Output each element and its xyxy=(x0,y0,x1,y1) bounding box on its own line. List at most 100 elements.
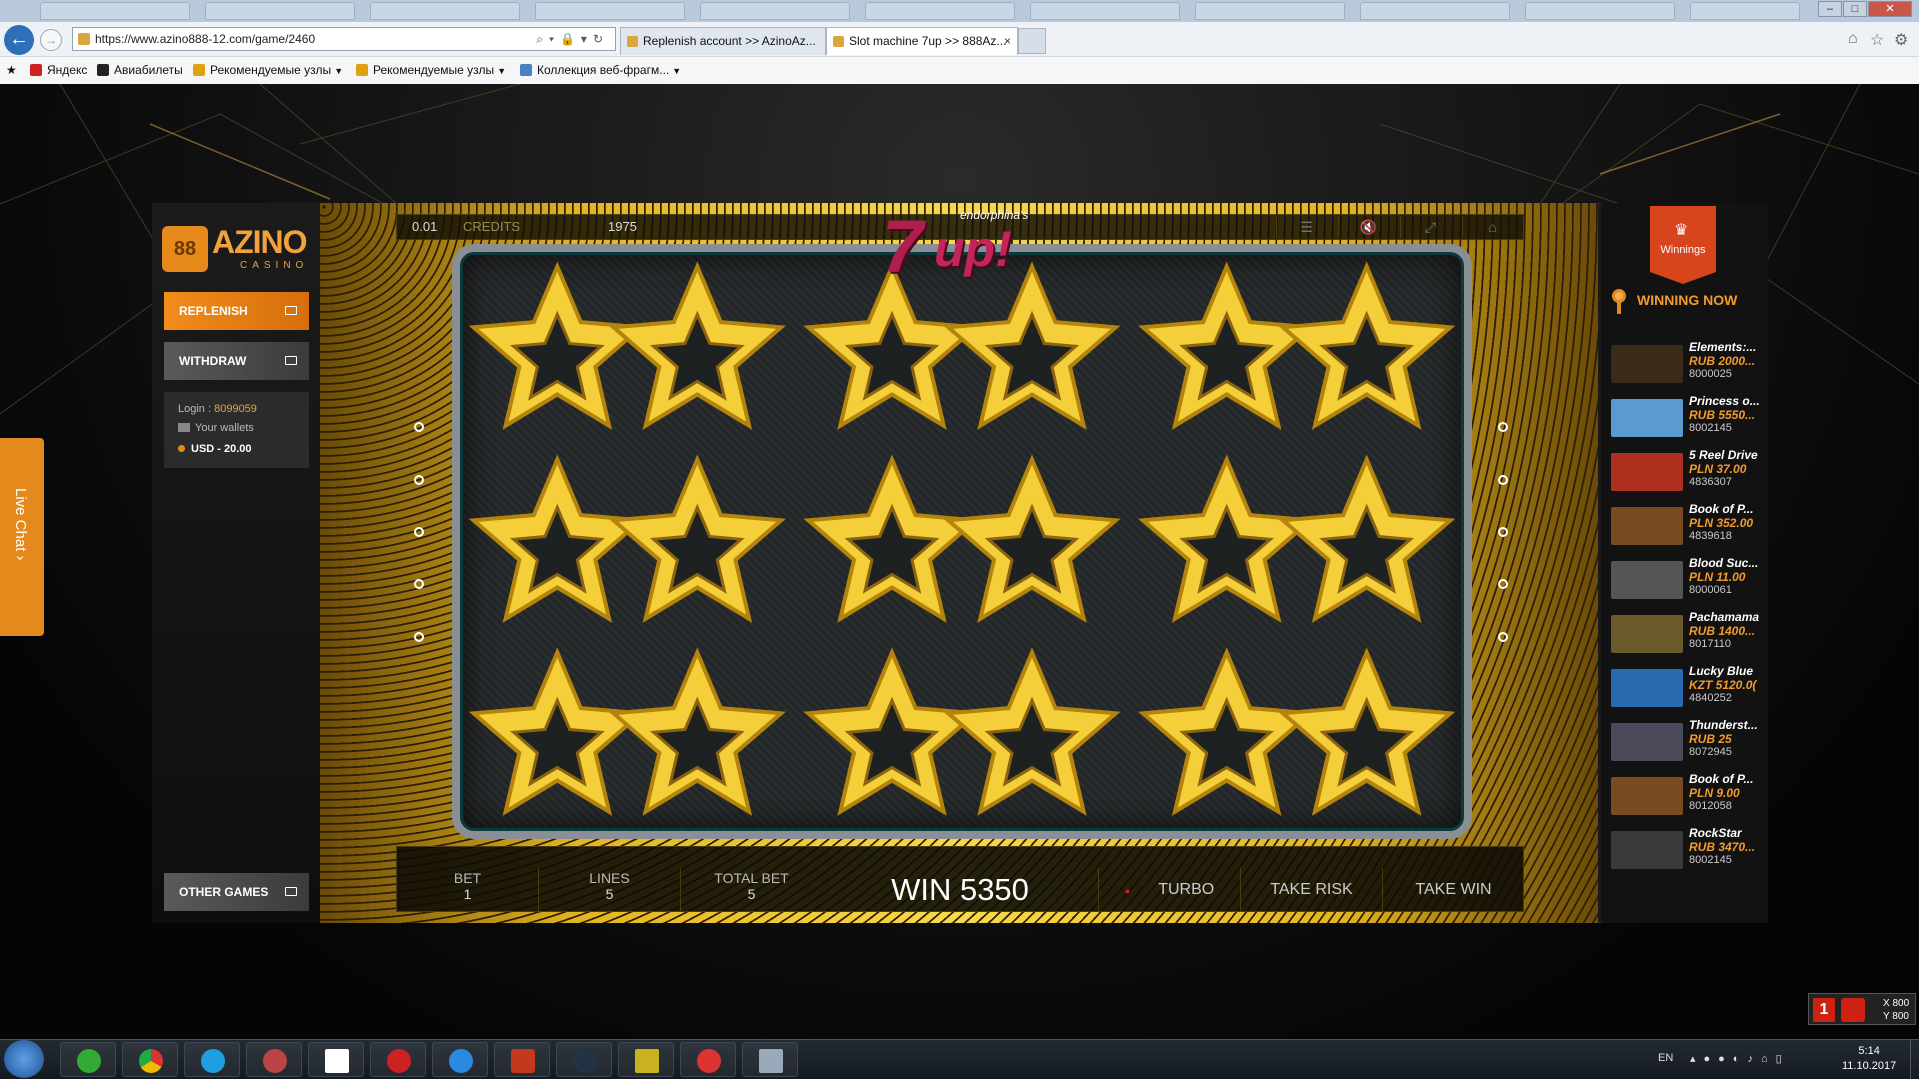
bet-control[interactable]: BET 1 xyxy=(396,868,538,912)
background-window-tab[interactable] xyxy=(1030,2,1180,20)
winning-item[interactable]: RockStar RUB 3470... 8002145 xyxy=(1611,826,1763,876)
winner-id: 8017110 xyxy=(1689,638,1732,650)
take-risk-button[interactable]: TAKE RISK xyxy=(1240,868,1382,912)
favorites-star-icon[interactable]: ☆ xyxy=(1870,30,1884,50)
settings-gear-icon[interactable]: ⚙ xyxy=(1894,30,1908,50)
home-icon[interactable]: ⌂ xyxy=(1462,216,1522,238)
clock[interactable]: 5:14 11.10.2017 xyxy=(1842,1044,1896,1074)
background-window-tab[interactable] xyxy=(1525,2,1675,20)
winning-item[interactable]: 5 Reel Drive PLN 37.00 4836307 xyxy=(1611,448,1763,498)
taskbar-steam[interactable] xyxy=(556,1042,612,1077)
address-bar-icons[interactable]: ⌕▾🔒▾↻ xyxy=(536,28,609,50)
favorite-web-slices[interactable]: Коллекция веб-фрагм... ▼ xyxy=(520,63,681,77)
other-games-button[interactable]: OTHER GAMES xyxy=(164,873,309,911)
background-window-tab[interactable] xyxy=(1690,2,1800,20)
replenish-button[interactable]: REPLENISH xyxy=(164,292,309,330)
background-window-tab[interactable] xyxy=(205,2,355,20)
payline-marker xyxy=(1498,475,1508,485)
winning-game-name: Blood Suc... xyxy=(1689,556,1759,570)
taskbar-app-face[interactable] xyxy=(246,1042,302,1077)
start-button[interactable] xyxy=(4,1040,44,1078)
take-win-button[interactable]: TAKE WIN xyxy=(1382,868,1524,912)
taskbar-pokerstars[interactable] xyxy=(370,1042,426,1077)
game-thumbnail[interactable] xyxy=(1611,399,1683,437)
winning-item[interactable]: Elements:... RUB 2000... 8000025 xyxy=(1611,340,1763,390)
close-window-button[interactable]: ✕ xyxy=(1868,1,1912,17)
withdraw-button[interactable]: WITHDRAW xyxy=(164,342,309,380)
menu-icon[interactable]: ☰ xyxy=(1276,216,1336,238)
winning-item[interactable]: Thunderst... RUB 25 8072945 xyxy=(1611,718,1763,768)
tab-close-icon[interactable]: × xyxy=(1004,28,1011,54)
taskbar-calculator[interactable] xyxy=(742,1042,798,1077)
taskbar-2-app[interactable] xyxy=(680,1042,736,1077)
winnings-tab[interactable]: ♛ Winnings xyxy=(1650,206,1716,284)
game-thumbnail[interactable] xyxy=(1611,615,1683,653)
turbo-button[interactable]: ● TURBO xyxy=(1098,868,1240,912)
denomination-value[interactable]: 0.01 xyxy=(412,219,437,234)
address-bar[interactable]: https://www.azino888-12.com/game/2460 ⌕▾… xyxy=(72,27,616,51)
taskbar-ti[interactable] xyxy=(308,1042,364,1077)
taskbar-ie[interactable] xyxy=(432,1042,488,1077)
new-tab-button[interactable] xyxy=(1018,28,1046,54)
language-indicator[interactable]: EN xyxy=(1658,1052,1673,1064)
back-button[interactable]: ← xyxy=(4,25,34,55)
taskbar-v-app[interactable] xyxy=(618,1042,674,1077)
usd-wallet[interactable]: USD - 20.00 xyxy=(178,440,309,459)
game-thumbnail[interactable] xyxy=(1611,561,1683,599)
taskbar-icq[interactable] xyxy=(60,1042,116,1077)
game-thumbnail[interactable] xyxy=(1611,453,1683,491)
background-window-tab[interactable] xyxy=(1195,2,1345,20)
background-window-tab[interactable] xyxy=(700,2,850,20)
background-window-tab[interactable] xyxy=(865,2,1015,20)
tray-icons[interactable]: ▴●●◐♪⌂▯ xyxy=(1690,1052,1790,1065)
forward-button[interactable]: → xyxy=(40,29,62,51)
lines-control[interactable]: LINES 5 xyxy=(538,868,680,912)
tab-slot-machine[interactable]: Slot machine 7up >> 888Az... × xyxy=(826,27,1018,55)
wallets-link[interactable]: Your wallets xyxy=(178,419,309,438)
taskbar-chrome[interactable] xyxy=(122,1042,178,1077)
winner-id: 8002145 xyxy=(1689,854,1732,866)
minimize-window-button[interactable]: – xyxy=(1818,1,1842,17)
overlay-widget[interactable]: 1 X 800 Y 800 xyxy=(1808,993,1916,1025)
maximize-window-button[interactable]: □ xyxy=(1843,1,1867,17)
show-desktop-button[interactable] xyxy=(1910,1040,1919,1079)
winning-item[interactable]: Book of P... PLN 9.00 8012058 xyxy=(1611,772,1763,822)
taskbar-skype[interactable] xyxy=(184,1042,240,1077)
ti-app-icon xyxy=(325,1049,349,1073)
home-icon[interactable]: ⌂ xyxy=(1848,30,1858,48)
live-chat-tab[interactable]: Live Chat › xyxy=(0,438,44,636)
game-thumbnail[interactable] xyxy=(1611,723,1683,761)
favorite-recommended-2[interactable]: Рекомендуемые узлы ▼ xyxy=(356,63,506,77)
background-window-tab[interactable] xyxy=(535,2,685,20)
background-window-tab[interactable] xyxy=(370,2,520,20)
winning-game-name: Princess o... xyxy=(1689,394,1760,408)
favorite-aviabilety[interactable]: Авиабилеты xyxy=(97,63,183,77)
total-bet-control[interactable]: TOTAL BET 5 xyxy=(680,868,822,912)
game-thumbnail[interactable] xyxy=(1611,507,1683,545)
star-symbol xyxy=(468,647,646,816)
game-thumbnail[interactable] xyxy=(1611,777,1683,815)
winning-item[interactable]: Lucky Blue KZT 5120.0(4840252 xyxy=(1611,664,1763,714)
game-thumbnail[interactable] xyxy=(1611,669,1683,707)
reel-symbols xyxy=(468,261,1456,816)
winning-item[interactable]: Book of P... PLN 352.00 4839618 xyxy=(1611,502,1763,552)
favorite-yandex[interactable]: Яндекс xyxy=(30,63,87,77)
winning-item[interactable]: Pachamama RUB 1400... 8017110 xyxy=(1611,610,1763,660)
logo-up: up! xyxy=(934,221,1012,277)
favorite-recommended-1[interactable]: Рекомендуемые узлы ▼ xyxy=(193,63,343,77)
tab-replenish[interactable]: Replenish account >> AzinoAz... xyxy=(620,27,826,55)
taskbar-partypoker[interactable] xyxy=(494,1042,550,1077)
game-thumbnail[interactable] xyxy=(1611,831,1683,869)
tab-favicon-icon xyxy=(833,36,844,47)
game-thumbnail[interactable] xyxy=(1611,345,1683,383)
winning-item[interactable]: Blood Suc... PLN 11.00 8000061 xyxy=(1611,556,1763,606)
azino-logo[interactable]: 88 AZINO CASINO xyxy=(162,222,312,278)
add-favorite-icon[interactable]: ★ xyxy=(6,63,17,77)
background-window-tab[interactable] xyxy=(40,2,190,20)
fullscreen-icon[interactable]: ⤢ xyxy=(1400,216,1460,238)
reels-area[interactable] xyxy=(452,244,1472,839)
winning-item[interactable]: Princess o... RUB 5550... 8002145 xyxy=(1611,394,1763,444)
mute-icon[interactable]: 🔇 xyxy=(1338,216,1398,238)
background-window-tab[interactable] xyxy=(1360,2,1510,20)
tab-favicon-icon xyxy=(627,36,638,47)
